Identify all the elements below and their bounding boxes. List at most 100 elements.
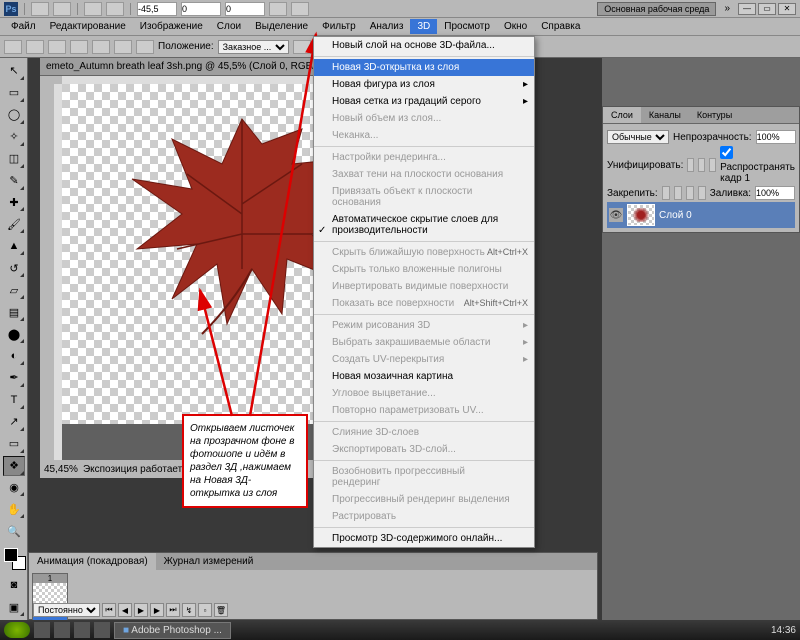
menu-item[interactable]: Новый слой на основе 3D-файла... — [314, 37, 534, 54]
taskbar-media-icon[interactable] — [74, 622, 90, 638]
menu-item[interactable]: Новая сетка из градаций серого▸ — [314, 93, 534, 110]
tween-button[interactable]: ↯ — [182, 603, 196, 617]
rotate-y-input[interactable] — [181, 2, 221, 16]
unify-style-icon[interactable] — [709, 158, 716, 172]
maximize-button[interactable]: ▭ — [758, 3, 776, 15]
lock-all-icon[interactable] — [698, 186, 706, 200]
zoom-icon[interactable] — [106, 2, 124, 16]
brush-tool[interactable]: 🖌 — [3, 214, 25, 234]
hand-tool[interactable]: ✋ — [3, 499, 25, 519]
pen-tool[interactable]: ✒ — [3, 368, 25, 388]
position-select[interactable]: Заказное ... — [218, 40, 289, 54]
lock-trans-icon[interactable] — [662, 186, 670, 200]
stamp-tool[interactable]: ▲ — [3, 236, 25, 256]
3d-slide-icon[interactable] — [114, 40, 132, 54]
lock-pixels-icon[interactable] — [674, 186, 682, 200]
lasso-tool[interactable]: ◯ — [3, 105, 25, 125]
panel-tab[interactable]: Слои — [603, 107, 641, 123]
3d-rotate-icon[interactable] — [48, 40, 66, 54]
next-frame-button[interactable]: ▶ — [150, 603, 164, 617]
rotate-z-input[interactable] — [225, 2, 265, 16]
menu-просмотр[interactable]: Просмотр — [437, 19, 497, 34]
menu-справка[interactable]: Справка — [534, 19, 587, 34]
eraser-tool[interactable]: ▱ — [3, 280, 25, 300]
play-button[interactable]: ▶ — [134, 603, 148, 617]
3d-tool[interactable]: ❖ — [3, 456, 25, 476]
zoom-tool[interactable]: 🔍 — [3, 521, 25, 541]
history-brush-tool[interactable]: ↺ — [3, 258, 25, 278]
start-button[interactable] — [4, 622, 30, 638]
menu-файл[interactable]: Файл — [4, 19, 43, 34]
menu-фильтр[interactable]: Фильтр — [315, 19, 363, 34]
menu-слои[interactable]: Слои — [210, 19, 248, 34]
taskbar-app-icon[interactable] — [94, 622, 110, 638]
guides-icon[interactable] — [291, 2, 309, 16]
unify-pos-icon[interactable] — [687, 158, 694, 172]
path-tool[interactable]: ↗ — [3, 412, 25, 432]
3d-camera-icon[interactable] — [26, 40, 44, 54]
delete-frame-button[interactable]: 🗑 — [214, 603, 228, 617]
3d-pan-icon[interactable] — [92, 40, 110, 54]
grid-icon[interactable] — [269, 2, 287, 16]
prev-frame-button[interactable]: ◀ — [118, 603, 132, 617]
fill-input[interactable] — [755, 186, 795, 200]
shape-tool[interactable]: ▭ — [3, 434, 25, 454]
close-button[interactable]: ✕ — [778, 3, 796, 15]
anim-tab[interactable]: Журнал измерений — [156, 553, 262, 570]
rotate-x-input[interactable] — [137, 2, 177, 16]
opacity-input[interactable] — [756, 130, 796, 144]
taskbar-clock[interactable]: 14:36 — [771, 625, 796, 636]
menu-item[interactable]: Новая фигура из слоя▸ — [314, 76, 534, 93]
quickmask-tool[interactable]: ◙ — [3, 575, 25, 595]
minimize-button[interactable]: — — [738, 3, 756, 15]
menu-item: Показать все поверхностиAlt+Shift+Ctrl+X — [314, 295, 534, 312]
screenmode-tool[interactable]: ▣ — [3, 597, 25, 617]
loop-select[interactable]: Постоянно — [33, 603, 100, 617]
anim-tab[interactable]: Анимация (покадровая) — [29, 553, 156, 570]
menu-3d[interactable]: 3D — [410, 19, 437, 34]
marquee-tool[interactable]: ▭ — [3, 83, 25, 103]
hand-icon[interactable] — [84, 2, 102, 16]
dodge-tool[interactable]: ◐ — [3, 346, 25, 366]
panel-tab[interactable]: Контуры — [689, 107, 740, 123]
unify-vis-icon[interactable] — [698, 158, 705, 172]
layer-row[interactable]: 👁 Слой 0 — [607, 202, 795, 228]
new-frame-button[interactable]: ▫ — [198, 603, 212, 617]
bridge-icon[interactable] — [31, 2, 49, 16]
3d-scale-icon[interactable] — [136, 40, 154, 54]
eye-icon[interactable]: 👁 — [609, 208, 623, 222]
menu-item[interactable]: Просмотр 3D-содержимого онлайн... — [314, 530, 534, 547]
tool-preset-icon[interactable] — [4, 40, 22, 54]
mini-bridge-icon[interactable] — [53, 2, 71, 16]
color-swatches[interactable] — [2, 546, 25, 574]
save-preset-icon[interactable] — [293, 40, 311, 54]
wand-tool[interactable]: ✧ — [3, 127, 25, 147]
last-frame-button[interactable]: ⏭ — [166, 603, 180, 617]
move-tool[interactable]: ↖ — [3, 61, 25, 81]
workspace-switcher[interactable]: Основная рабочая среда — [597, 2, 716, 16]
menu-редактирование[interactable]: Редактирование — [43, 19, 133, 34]
heal-tool[interactable]: ✚ — [3, 193, 25, 213]
menu-item[interactable]: Новая мозаичная картина — [314, 368, 534, 385]
menu-выделение[interactable]: Выделение — [248, 19, 315, 34]
menu-item[interactable]: Автоматическое скрытие слоев для произво… — [314, 211, 534, 239]
crop-tool[interactable]: ◫ — [3, 149, 25, 169]
3d-roll-icon[interactable] — [70, 40, 88, 54]
3d-camera-tool[interactable]: ◉ — [3, 478, 25, 498]
eyedropper-tool[interactable]: ✎ — [3, 171, 25, 191]
gradient-tool[interactable]: ▤ — [3, 302, 25, 322]
panel-tab[interactable]: Каналы — [641, 107, 689, 123]
taskbar-explorer-icon[interactable] — [54, 622, 70, 638]
propagate-frame-checkbox[interactable] — [720, 146, 733, 159]
first-frame-button[interactable]: ⏮ — [102, 603, 116, 617]
blend-mode-select[interactable]: Обычные — [607, 130, 669, 144]
taskbar-task[interactable]: ■ Adobe Photoshop ... — [114, 622, 231, 639]
menu-анализ[interactable]: Анализ — [363, 19, 411, 34]
menu-item[interactable]: Новая 3D-открытка из слоя — [314, 59, 534, 76]
lock-pos-icon[interactable] — [686, 186, 694, 200]
taskbar-ie-icon[interactable] — [34, 622, 50, 638]
menu-окно[interactable]: Окно — [497, 19, 534, 34]
type-tool[interactable]: T — [3, 390, 25, 410]
blur-tool[interactable]: ⬤ — [3, 324, 25, 344]
menu-изображение[interactable]: Изображение — [133, 19, 210, 34]
